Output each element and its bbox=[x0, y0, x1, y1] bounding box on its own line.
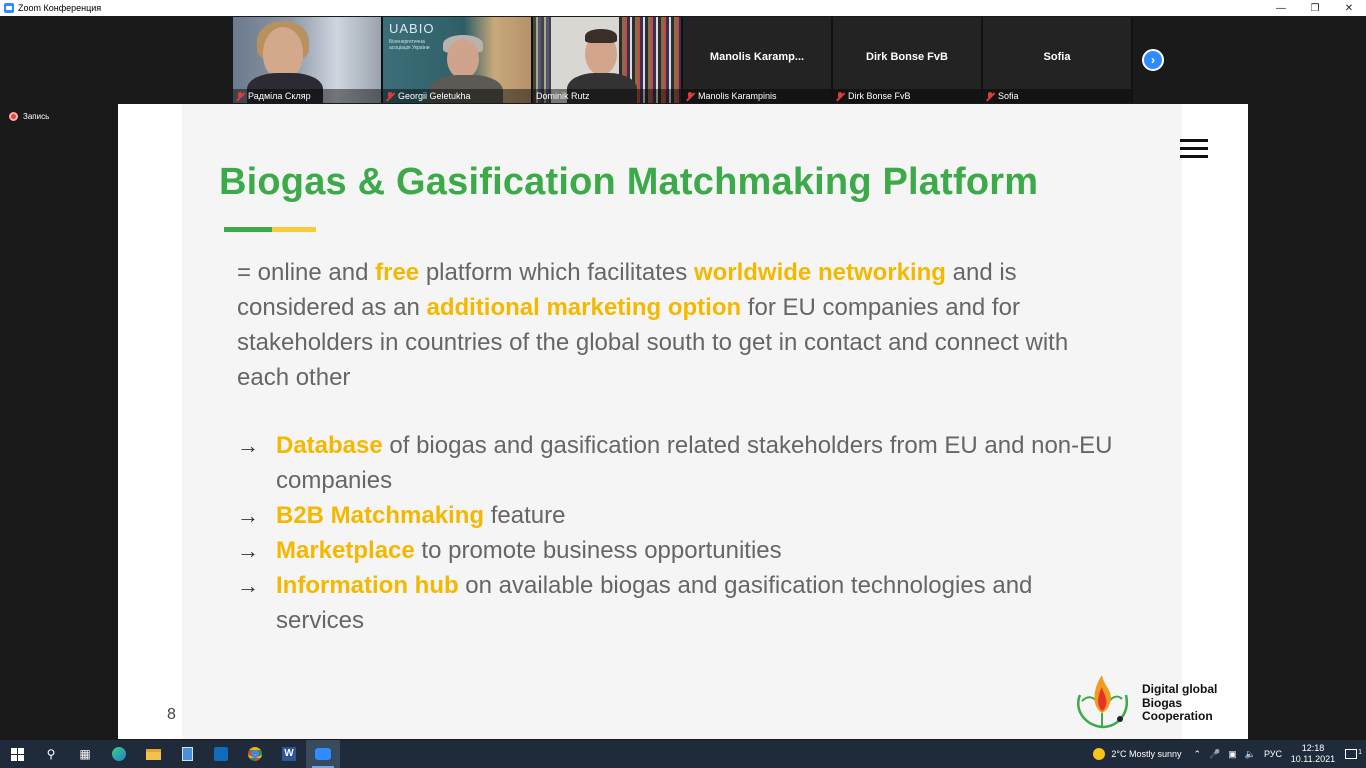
bullet-item: → B2B Matchmaking feature bbox=[237, 498, 1117, 533]
chevron-up-icon[interactable]: ⌃ bbox=[1193, 749, 1201, 760]
mic-muted-icon bbox=[386, 91, 394, 101]
zoom-icon[interactable] bbox=[306, 740, 340, 768]
logo-wordmark: Digital global Biogas Cooperation bbox=[1142, 682, 1218, 724]
close-button[interactable]: ✕ bbox=[1332, 0, 1366, 16]
participant-tile[interactable]: Радміла Скляр bbox=[233, 17, 381, 103]
task-view-icon[interactable]: ▦ bbox=[68, 740, 102, 768]
bullet-item: → Marketplace to promote business opport… bbox=[237, 533, 1117, 568]
zoom-app-icon bbox=[4, 3, 14, 13]
bullet-text: feature bbox=[484, 502, 566, 529]
participant-tile-active-speaker[interactable]: Dominik Rutz bbox=[533, 17, 681, 103]
bullet-text: to promote business opportunities bbox=[414, 537, 782, 564]
calculator-icon[interactable] bbox=[170, 740, 204, 768]
mic-muted-icon bbox=[836, 91, 844, 101]
bullet-text: of biogas and gasification related stake… bbox=[276, 432, 1113, 494]
system-clock[interactable]: 12:18 10.11.2021 bbox=[1290, 743, 1336, 765]
intro-text: platform which facilitates bbox=[419, 259, 694, 286]
intro-highlight: worldwide networking bbox=[693, 259, 946, 286]
participant-tile[interactable]: UABIO Біоенергетична асоціація України G… bbox=[383, 17, 531, 103]
logo-line: Biogas bbox=[1142, 695, 1183, 710]
windows-taskbar: ⚲ ▦ W 2°C Mostly sunny ⌃ 🎤 ▣ 🔈 РУС 12:18… bbox=[0, 740, 1366, 768]
network-icon[interactable]: ▣ bbox=[1228, 749, 1237, 760]
recording-indicator[interactable]: Запись bbox=[9, 112, 49, 121]
dgbc-logo: Digital global Biogas Cooperation bbox=[1070, 669, 1240, 731]
restore-button[interactable]: ❐ bbox=[1298, 0, 1332, 16]
participant-name: Dominik Rutz bbox=[536, 91, 590, 101]
logo-line: Cooperation bbox=[1142, 709, 1213, 723]
microphone-icon[interactable]: 🎤 bbox=[1209, 749, 1220, 760]
system-tray: 2°C Mostly sunny ⌃ 🎤 ▣ 🔈 РУС 12:18 10.11… bbox=[1093, 740, 1366, 768]
participant-name: Georgii Geletukha bbox=[398, 91, 471, 101]
arrow-right-icon: → bbox=[237, 503, 259, 528]
participant-display-name: Dirk Bonse FvB bbox=[866, 51, 948, 63]
outlook-icon[interactable] bbox=[204, 740, 238, 768]
bullet-highlight: Information hub bbox=[276, 572, 459, 599]
intro-highlight: additional marketing option bbox=[426, 294, 742, 321]
speaker-icon[interactable]: 🔈 bbox=[1245, 749, 1256, 760]
biogas-flame-logo-icon bbox=[1077, 675, 1129, 729]
shared-slide: Biogas & Gasification Matchmaking Platfo… bbox=[118, 104, 1248, 739]
chrome-icon[interactable] bbox=[238, 740, 272, 768]
next-participants-arrow-icon[interactable]: › bbox=[1142, 49, 1164, 71]
weather-sun-icon[interactable] bbox=[1093, 748, 1106, 760]
arrow-right-icon: → bbox=[237, 538, 259, 563]
uabio-logo: UABIO bbox=[389, 21, 435, 36]
arrow-right-icon: → bbox=[237, 433, 259, 458]
keyboard-language[interactable]: РУС bbox=[1264, 749, 1282, 759]
window-titlebar: Zoom Конференция — ❐ ✕ bbox=[0, 0, 1366, 16]
windows-start-icon[interactable] bbox=[0, 740, 34, 768]
slide-bullet-list: → Database of biogas and gasification re… bbox=[237, 428, 1117, 638]
clock-time: 12:18 bbox=[1301, 743, 1325, 753]
clock-date: 10.11.2021 bbox=[1290, 754, 1336, 764]
bullet-item: → Database of biogas and gasification re… bbox=[237, 428, 1117, 498]
record-icon bbox=[9, 112, 18, 121]
weather-text[interactable]: 2°C Mostly sunny bbox=[1111, 749, 1181, 759]
edge-icon[interactable] bbox=[102, 740, 136, 768]
participant-tile[interactable]: Sofia Sofia bbox=[983, 17, 1131, 103]
bullet-highlight: B2B Matchmaking bbox=[276, 502, 485, 529]
participant-name: Dirk Bonse FvB bbox=[848, 91, 911, 101]
bullet-highlight: Database bbox=[276, 432, 383, 459]
participant-tile[interactable]: Manolis Karamp... Manolis Karampinis bbox=[683, 17, 831, 103]
bullet-highlight: Marketplace bbox=[276, 537, 415, 564]
notification-count: 1 bbox=[1358, 749, 1362, 756]
title-accent-bar bbox=[224, 227, 316, 232]
participant-display-name: Sofia bbox=[1043, 51, 1071, 63]
notification-center-icon[interactable]: 1 bbox=[1336, 749, 1366, 759]
mic-muted-icon bbox=[986, 91, 994, 101]
slide-page-number: 8 bbox=[167, 706, 176, 723]
participant-name: Manolis Karampinis bbox=[698, 91, 777, 101]
participant-name: Радміла Скляр bbox=[248, 91, 311, 101]
participant-strip: Радміла Скляр UABIO Біоенергетична асоці… bbox=[233, 17, 1133, 103]
search-icon[interactable]: ⚲ bbox=[34, 740, 68, 768]
intro-text: = online and bbox=[237, 259, 376, 286]
file-explorer-icon[interactable] bbox=[136, 740, 170, 768]
hamburger-menu-icon[interactable] bbox=[1180, 139, 1208, 159]
recording-label: Запись bbox=[23, 112, 50, 121]
meeting-stage: Радміла Скляр UABIO Біоенергетична асоці… bbox=[0, 16, 1366, 740]
uabio-subtext: Біоенергетична асоціація України bbox=[389, 39, 430, 51]
word-icon[interactable]: W bbox=[272, 740, 306, 768]
slide-title: Biogas & Gasification Matchmaking Platfo… bbox=[219, 161, 1039, 203]
participant-display-name: Manolis Karamp... bbox=[709, 51, 805, 63]
minimize-button[interactable]: — bbox=[1264, 0, 1298, 16]
logo-line: Digital global bbox=[1142, 682, 1218, 696]
participant-tile[interactable]: Dirk Bonse FvB Dirk Bonse FvB bbox=[833, 17, 981, 103]
window-title: Zoom Конференция bbox=[18, 3, 102, 13]
intro-highlight: free bbox=[375, 259, 420, 286]
arrow-right-icon: → bbox=[237, 573, 259, 598]
participant-name: Sofia bbox=[998, 91, 1019, 101]
mic-muted-icon bbox=[236, 91, 244, 101]
bullet-item: → Information hub on available biogas an… bbox=[237, 568, 1117, 638]
mic-muted-icon bbox=[686, 91, 694, 101]
slide-intro-paragraph: = online and free platform which facilit… bbox=[237, 255, 1117, 395]
